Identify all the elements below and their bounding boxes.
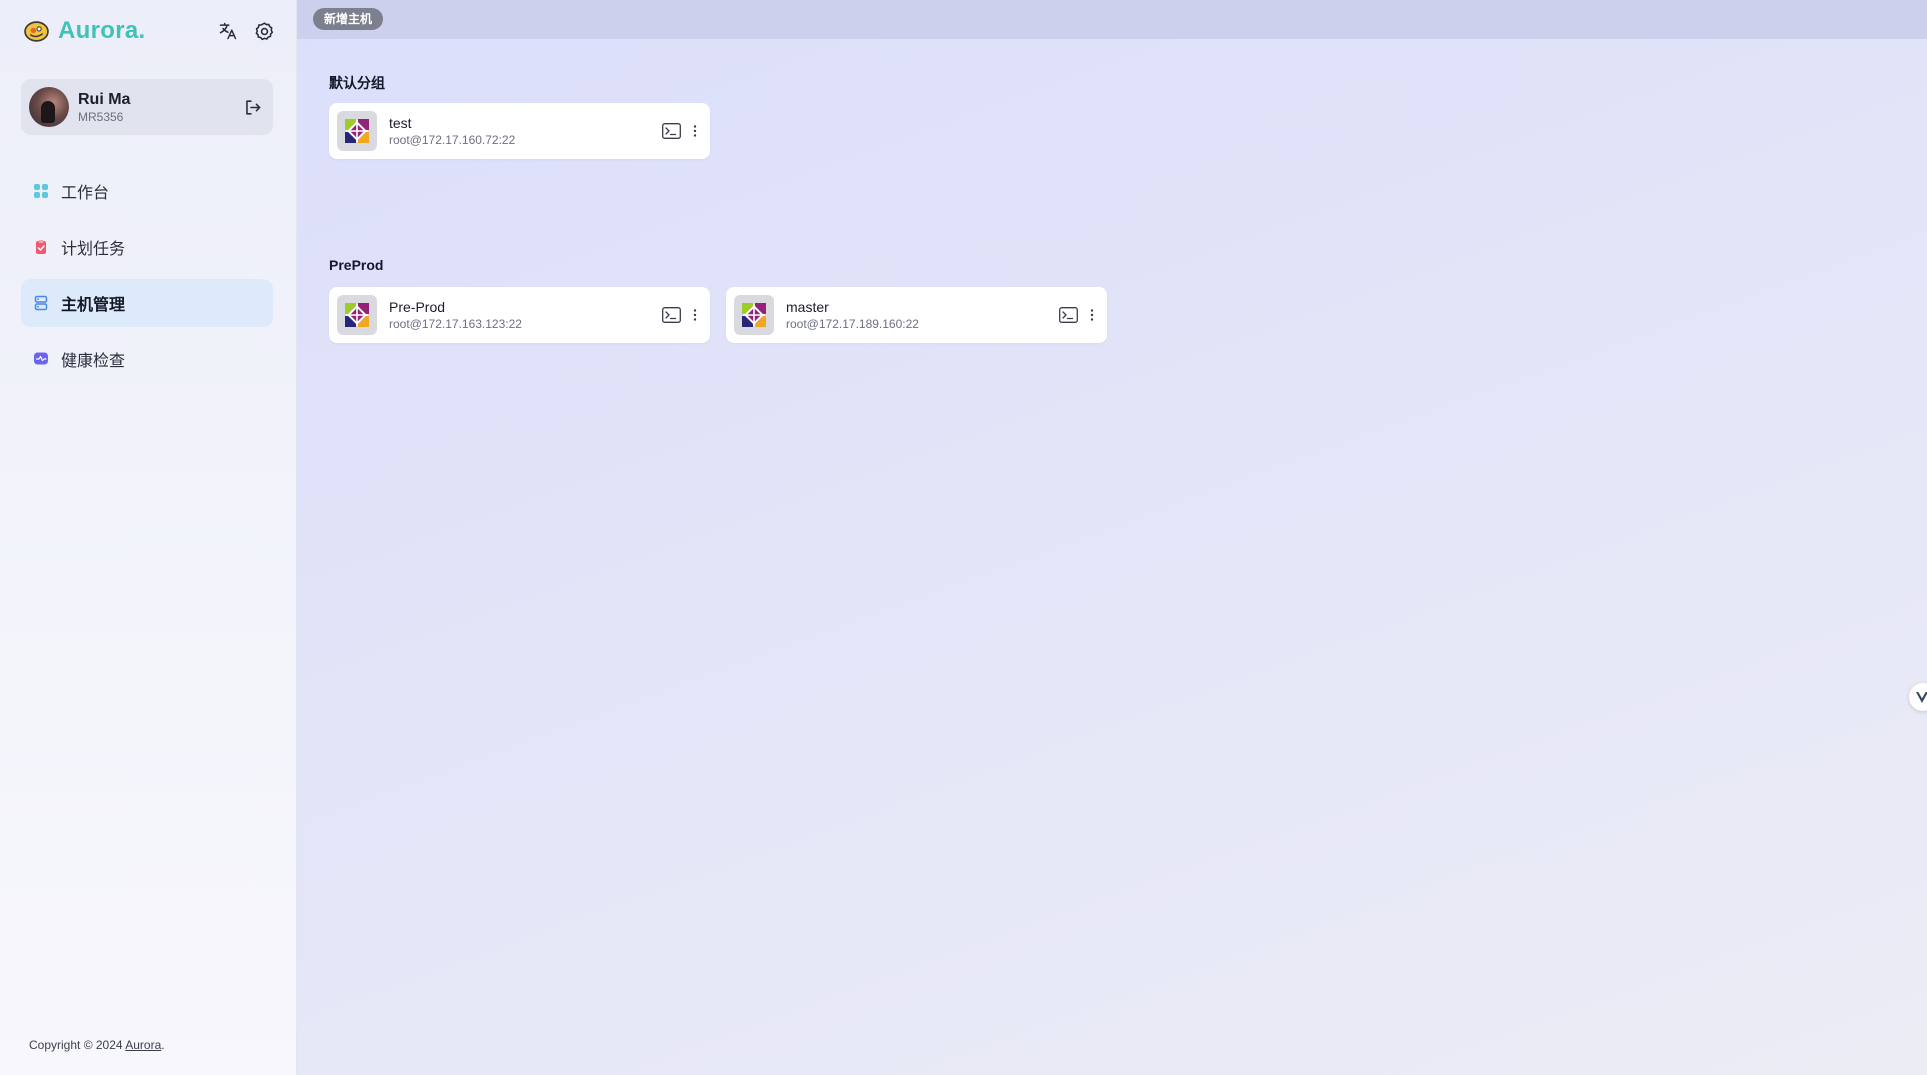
user-id: MR5356 xyxy=(78,109,124,124)
vue-logo-icon xyxy=(1916,691,1927,703)
sidebar-item-tasks[interactable]: 计划任务 xyxy=(21,223,273,271)
server-icon xyxy=(34,295,48,311)
vue-devtools-handle[interactable] xyxy=(1909,683,1927,711)
copyright-link[interactable]: Aurora xyxy=(125,1038,161,1052)
sidebar-item-label: 计划任务 xyxy=(61,241,126,258)
translate-icon[interactable] xyxy=(216,19,240,43)
sidebar-item-label: 工作台 xyxy=(61,185,110,202)
sidebar-item-label: 健康检查 xyxy=(61,353,126,370)
terminal-button[interactable] xyxy=(1057,304,1079,326)
user-name: Rui Ma xyxy=(78,90,131,108)
copyright-text: Copyright © 2024 xyxy=(29,1038,126,1052)
settings-icon[interactable] xyxy=(252,19,276,43)
host-actions xyxy=(1057,304,1099,326)
sidebar: Aurora. Rui Ma MR5356 工作台 计划任务 主机管理 健康检查… xyxy=(0,0,297,1075)
host-name: test xyxy=(389,115,412,131)
flower-logo-icon xyxy=(24,20,49,42)
host-name: master xyxy=(786,299,829,315)
more-options-button[interactable] xyxy=(1085,304,1099,326)
more-options-button[interactable] xyxy=(688,304,702,326)
host-info: test root@172.17.160.72:22 xyxy=(389,114,660,148)
logout-icon xyxy=(245,99,260,115)
host-actions xyxy=(660,304,702,326)
host-card[interactable]: Pre-Prod root@172.17.163.123:22 xyxy=(329,287,710,343)
health-icon xyxy=(34,352,48,365)
top-toolbar: 新增主机 xyxy=(297,0,1927,39)
host-info: Pre-Prod root@172.17.163.123:22 xyxy=(389,298,660,332)
more-options-button[interactable] xyxy=(688,120,702,142)
copyright: Copyright © 2024 Aurora. xyxy=(29,1038,165,1052)
sidebar-item-dashboard[interactable]: 工作台 xyxy=(21,167,273,215)
sidebar-item-label: 主机管理 xyxy=(61,297,126,314)
group-title: PreProd xyxy=(329,257,384,273)
host-actions xyxy=(660,120,702,142)
centos-icon xyxy=(337,111,377,151)
host-address: root@172.17.163.123:22 xyxy=(389,317,522,331)
dashboard-icon xyxy=(34,184,48,198)
sidebar-item-hosts[interactable]: 主机管理 xyxy=(21,279,273,327)
main-content: 新增主机 默认分组 test root@172.17.160.72:22 Pre… xyxy=(297,0,1927,1075)
logout-button[interactable] xyxy=(239,94,265,120)
terminal-button[interactable] xyxy=(660,304,682,326)
host-address: root@172.17.189.160:22 xyxy=(786,317,919,331)
task-icon xyxy=(36,240,46,254)
host-address: root@172.17.160.72:22 xyxy=(389,133,516,147)
host-name: Pre-Prod xyxy=(389,299,446,315)
copyright-suffix: . xyxy=(161,1038,165,1052)
sidebar-nav: 工作台 计划任务 主机管理 健康检查 xyxy=(21,167,273,391)
host-info: master root@172.17.189.160:22 xyxy=(786,298,1057,332)
user-info: Rui Ma MR5356 xyxy=(78,90,239,125)
terminal-icon xyxy=(661,123,681,139)
more-vertical-icon xyxy=(693,309,697,321)
more-vertical-icon xyxy=(693,125,697,137)
sidebar-item-health[interactable]: 健康检查 xyxy=(21,335,273,383)
host-card[interactable]: test root@172.17.160.72:22 xyxy=(329,103,710,159)
centos-icon xyxy=(734,295,774,335)
group-title: 默认分组 xyxy=(329,75,385,91)
terminal-icon xyxy=(1058,307,1078,323)
user-card: Rui Ma MR5356 xyxy=(21,79,273,135)
header-icons xyxy=(216,19,276,43)
more-vertical-icon xyxy=(1090,309,1094,321)
brand[interactable]: Aurora. xyxy=(24,16,145,46)
terminal-button[interactable] xyxy=(660,120,682,142)
avatar[interactable] xyxy=(29,87,69,127)
add-host-button[interactable]: 新增主机 xyxy=(313,8,384,30)
host-card[interactable]: master root@172.17.189.160:22 xyxy=(726,287,1107,343)
brand-name: Aurora. xyxy=(58,17,146,44)
centos-icon xyxy=(337,295,377,335)
terminal-icon xyxy=(661,307,681,323)
